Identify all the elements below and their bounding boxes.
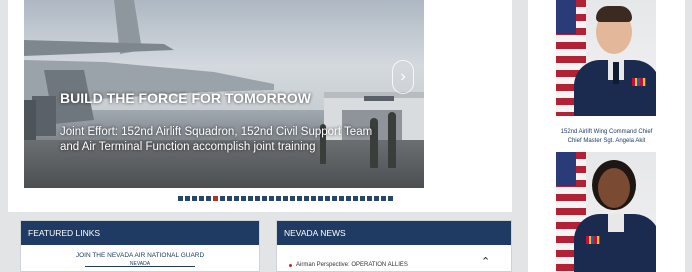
carousel-dot[interactable] bbox=[304, 196, 309, 201]
carousel-dot[interactable] bbox=[213, 196, 218, 201]
shirt-collar bbox=[608, 214, 624, 232]
ribbons bbox=[632, 78, 646, 86]
flag-canton bbox=[556, 0, 576, 34]
carousel-dot[interactable] bbox=[360, 196, 365, 201]
carousel-dot[interactable] bbox=[276, 196, 281, 201]
carousel-dot[interactable] bbox=[353, 196, 358, 201]
featured-links-box: FEATURED LINKS JOIN THE NEVADA AIR NATIO… bbox=[20, 220, 260, 272]
carousel-dot[interactable] bbox=[381, 196, 386, 201]
carousel-dot[interactable] bbox=[227, 196, 232, 201]
carousel-dot[interactable] bbox=[318, 196, 323, 201]
leadership-sidebar: 152nd Airlift Wing Command Chief Chief M… bbox=[528, 0, 685, 272]
carousel-dot[interactable] bbox=[199, 196, 204, 201]
carousel-dot[interactable] bbox=[311, 196, 316, 201]
carousel-dot[interactable] bbox=[185, 196, 190, 201]
carousel-dot[interactable] bbox=[339, 196, 344, 201]
carousel-dot[interactable] bbox=[220, 196, 225, 201]
carousel-dot[interactable] bbox=[332, 196, 337, 201]
soldier-figure bbox=[388, 112, 396, 168]
carousel-dot[interactable] bbox=[283, 196, 288, 201]
caption-line: 152nd Airlift Wing Command Chief bbox=[560, 129, 653, 135]
hangar-sign bbox=[364, 96, 394, 101]
carousel-pagination bbox=[178, 196, 393, 201]
hero-carousel[interactable]: › BUILD THE FORCE FOR TOMORROW Joint Eff… bbox=[24, 0, 424, 188]
flag-canton bbox=[556, 152, 576, 186]
carousel-dot[interactable] bbox=[374, 196, 379, 201]
news-item-title[interactable]: Airman Perspective: OPERATION ALLIES bbox=[296, 262, 408, 268]
hair bbox=[596, 6, 632, 22]
carousel-dot[interactable] bbox=[178, 196, 183, 201]
carousel-dot[interactable] bbox=[255, 196, 260, 201]
nevada-news-box: NEVADA NEWS Airman Perspective: OPERATIO… bbox=[276, 220, 512, 272]
chevron-up-icon[interactable]: ⌃ bbox=[481, 255, 490, 268]
ribbons bbox=[586, 236, 600, 244]
portrait-caption: 152nd Airlift Wing Command Chief Chief M… bbox=[534, 128, 679, 146]
carousel-dot[interactable] bbox=[290, 196, 295, 201]
commander-portrait[interactable] bbox=[556, 0, 656, 116]
hero-title[interactable]: BUILD THE FORCE FOR TOMORROW bbox=[60, 91, 320, 106]
face bbox=[598, 168, 630, 208]
bullet-icon bbox=[289, 263, 292, 267]
carousel-dot[interactable] bbox=[206, 196, 211, 201]
chevron-right-icon[interactable]: › bbox=[392, 60, 414, 94]
tie bbox=[613, 62, 619, 84]
carousel-dot[interactable] bbox=[367, 196, 372, 201]
carousel-dot[interactable] bbox=[388, 196, 393, 201]
hero-caption[interactable]: Joint Effort: 152nd Airlift Squadron, 15… bbox=[60, 125, 380, 155]
carousel-dot[interactable] bbox=[248, 196, 253, 201]
news-item[interactable]: Airman Perspective: OPERATION ALLIES bbox=[289, 262, 408, 268]
carousel-dot[interactable] bbox=[241, 196, 246, 201]
nevada-link[interactable]: NEVADA bbox=[85, 261, 195, 267]
carousel-dot[interactable] bbox=[269, 196, 274, 201]
caption-line: Chief Master Sgt. Angela Akit bbox=[567, 138, 646, 144]
command-chief-portrait[interactable] bbox=[556, 152, 656, 272]
join-guard-link[interactable]: JOIN THE NEVADA AIR NATIONAL GUARD bbox=[21, 252, 259, 259]
carousel-dot[interactable] bbox=[346, 196, 351, 201]
carousel-dot[interactable] bbox=[325, 196, 330, 201]
featured-links-header: FEATURED LINKS bbox=[21, 221, 259, 245]
nevada-news-header: NEVADA NEWS bbox=[277, 221, 511, 245]
carousel-dot[interactable] bbox=[192, 196, 197, 201]
carousel-dot[interactable] bbox=[262, 196, 267, 201]
carousel-dot[interactable] bbox=[234, 196, 239, 201]
carousel-dot[interactable] bbox=[297, 196, 302, 201]
